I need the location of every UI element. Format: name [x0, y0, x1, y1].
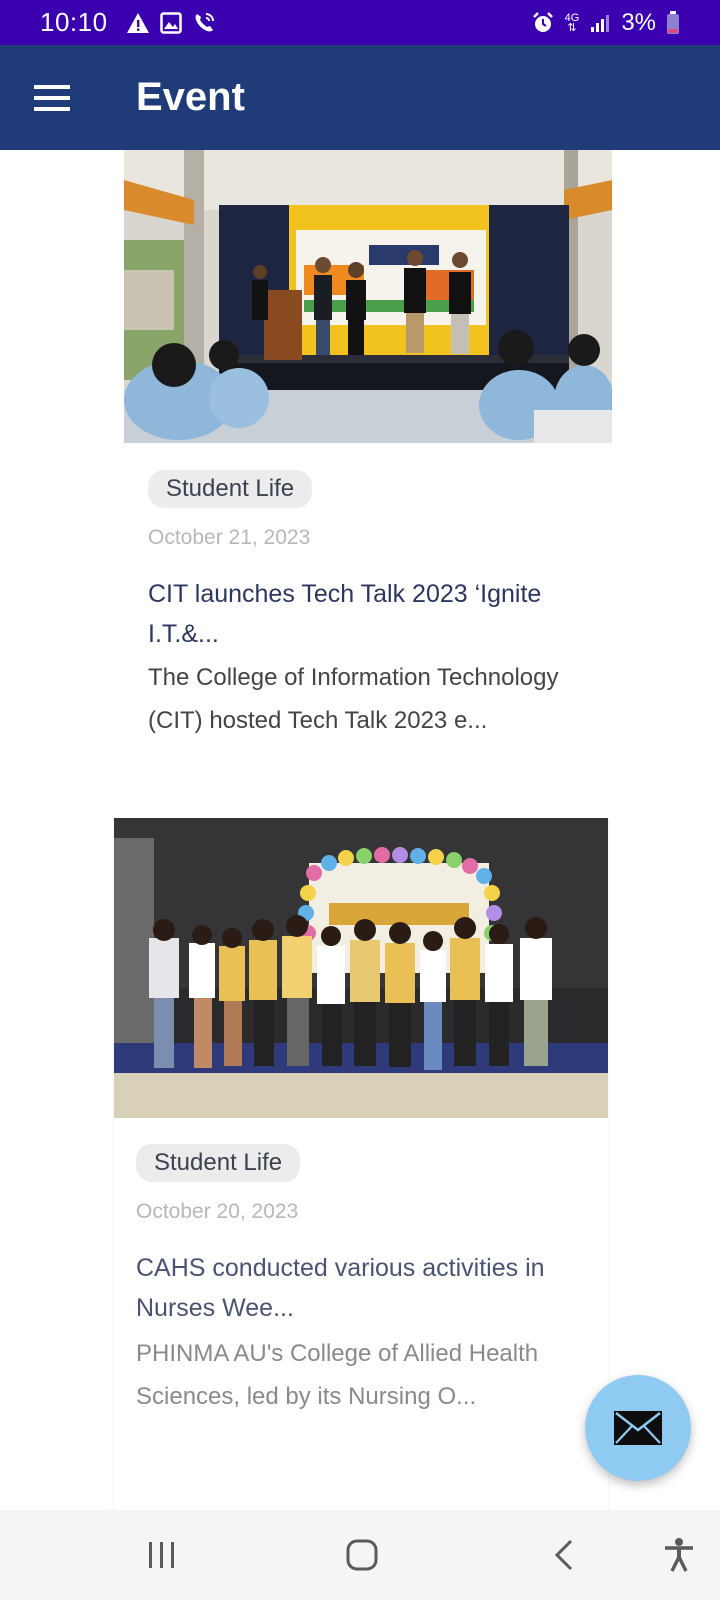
category-chip[interactable]: Student Life [136, 1144, 301, 1182]
event-description: The College of Information Technology (C… [148, 664, 559, 734]
hamburger-menu-icon [34, 84, 70, 111]
event-title[interactable]: CIT launches Tech Talk 2023 ‘Ignite I.T.… [148, 574, 578, 654]
app-bar: Event [0, 45, 720, 150]
page-title: Event [136, 75, 245, 119]
signal-icon [589, 12, 611, 34]
mail-icon [614, 1411, 662, 1445]
accessibility-button[interactable] [644, 1525, 714, 1585]
category-chip[interactable]: Student Life [148, 470, 313, 508]
home-icon [346, 1539, 378, 1571]
recents-button[interactable] [127, 1525, 197, 1585]
recents-icon [149, 1542, 174, 1568]
event-date: October 20, 2023 [136, 1200, 299, 1223]
event-date: October 21, 2023 [148, 526, 311, 549]
stage-event-photo [124, 150, 612, 443]
battery-percent: 3% [621, 8, 656, 36]
image-icon [159, 11, 182, 34]
mail-fab-button[interactable] [585, 1375, 691, 1481]
warning-icon [126, 12, 150, 34]
battery-icon [666, 10, 680, 35]
back-icon [554, 1539, 573, 1571]
alarm-icon [531, 11, 555, 35]
system-nav-bar [0, 1510, 720, 1600]
event-title[interactable]: CAHS conducted various activities in Nur… [136, 1248, 586, 1328]
network-label: 4G [564, 11, 580, 24]
accessibility-icon [665, 1538, 693, 1572]
event-card[interactable]: Student Life October 21, 2023 CIT launch… [124, 150, 612, 810]
menu-button[interactable] [22, 68, 82, 128]
status-bar: 10:10 4G ⇅ 3% [0, 0, 720, 45]
network-type: 4G ⇅ [564, 11, 580, 34]
event-card[interactable]: Student Life October 20, 2023 CAHS condu… [114, 818, 608, 1510]
status-time: 10:10 [40, 7, 108, 37]
back-button[interactable] [529, 1525, 599, 1585]
event-list[interactable]: Student Life October 21, 2023 CIT launch… [0, 150, 720, 1510]
wifi-call-icon [192, 11, 216, 35]
group-photo [114, 818, 608, 1118]
home-button[interactable] [327, 1525, 397, 1585]
event-description: PHINMA AU's College of Allied Health Sci… [136, 1340, 539, 1410]
